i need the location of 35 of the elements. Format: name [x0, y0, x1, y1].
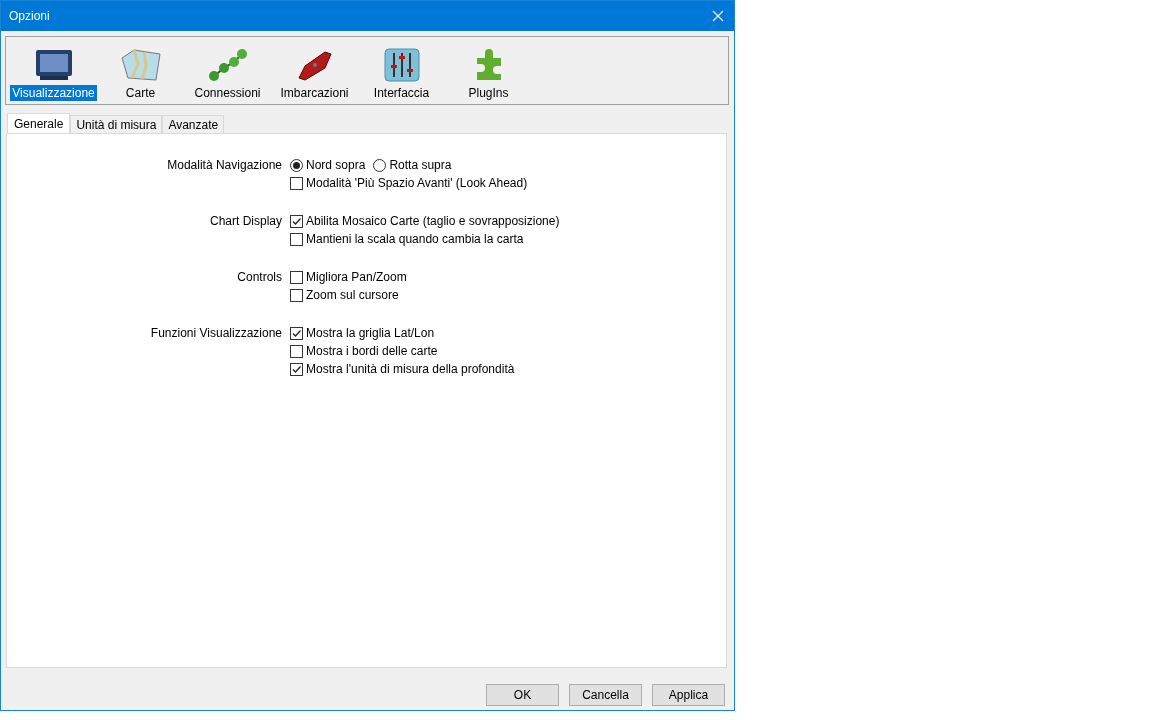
- toolbar-item[interactable]: Interfaccia: [371, 85, 432, 101]
- monitor-icon[interactable]: [33, 48, 74, 82]
- toolbar-item[interactable]: Visualizzazione: [10, 85, 97, 101]
- group-label: Controls: [237, 270, 282, 284]
- radio-option[interactable]: Rotta supra: [373, 158, 452, 172]
- sliders-icon[interactable]: [383, 48, 420, 82]
- checkbox-option[interactable]: Mantieni la scala quando cambia la carta: [290, 232, 524, 246]
- toolbar-item[interactable]: Carte: [123, 85, 158, 101]
- checkbox-option[interactable]: Mostra i bordi delle carte: [290, 344, 438, 358]
- connected-nodes-icon[interactable]: [207, 48, 248, 82]
- toolbar-item[interactable]: Imbarcazioni: [278, 85, 351, 101]
- window-title: Opzioni: [9, 9, 50, 23]
- toolbar-item[interactable]: PlugIns: [466, 85, 511, 101]
- checkbox-option[interactable]: Abilita Mosaico Carte (taglio e sovrapposizione): [290, 214, 560, 228]
- group-label: Funzioni Visualizzazione: [150, 326, 282, 340]
- map-icon[interactable]: [119, 48, 162, 82]
- check-icon: [291, 215, 302, 227]
- checkbox-option[interactable]: Modalità 'Più Spazio Avanti' (Look Ahead): [290, 176, 528, 190]
- checkbox-option[interactable]: Mostra l'unità di misura della profondità: [290, 362, 515, 376]
- group-label: Modalità Navigazione: [167, 158, 282, 172]
- check-icon: [291, 363, 302, 375]
- tab[interactable]: Unità di misura: [70, 115, 163, 133]
- dialog-button[interactable]: Applica: [652, 684, 725, 706]
- tab[interactable]: Avanzate: [162, 115, 225, 133]
- dialog-button[interactable]: OK: [486, 684, 559, 706]
- radio-option[interactable]: Nord sopra: [290, 158, 366, 172]
- check-icon: [291, 327, 302, 339]
- checkbox-option[interactable]: Migliora Pan/Zoom: [290, 270, 407, 284]
- tab[interactable]: Generale: [7, 113, 71, 133]
- group-label: Chart Display: [209, 214, 282, 228]
- close-icon[interactable]: [712, 10, 724, 22]
- toolbar-item[interactable]: Connessioni: [192, 85, 263, 101]
- dialog-button[interactable]: Cancella: [569, 684, 642, 706]
- checkbox-option[interactable]: Zoom sul cursore: [290, 288, 399, 302]
- checkbox-option[interactable]: Mostra la griglia Lat/Lon: [290, 326, 435, 340]
